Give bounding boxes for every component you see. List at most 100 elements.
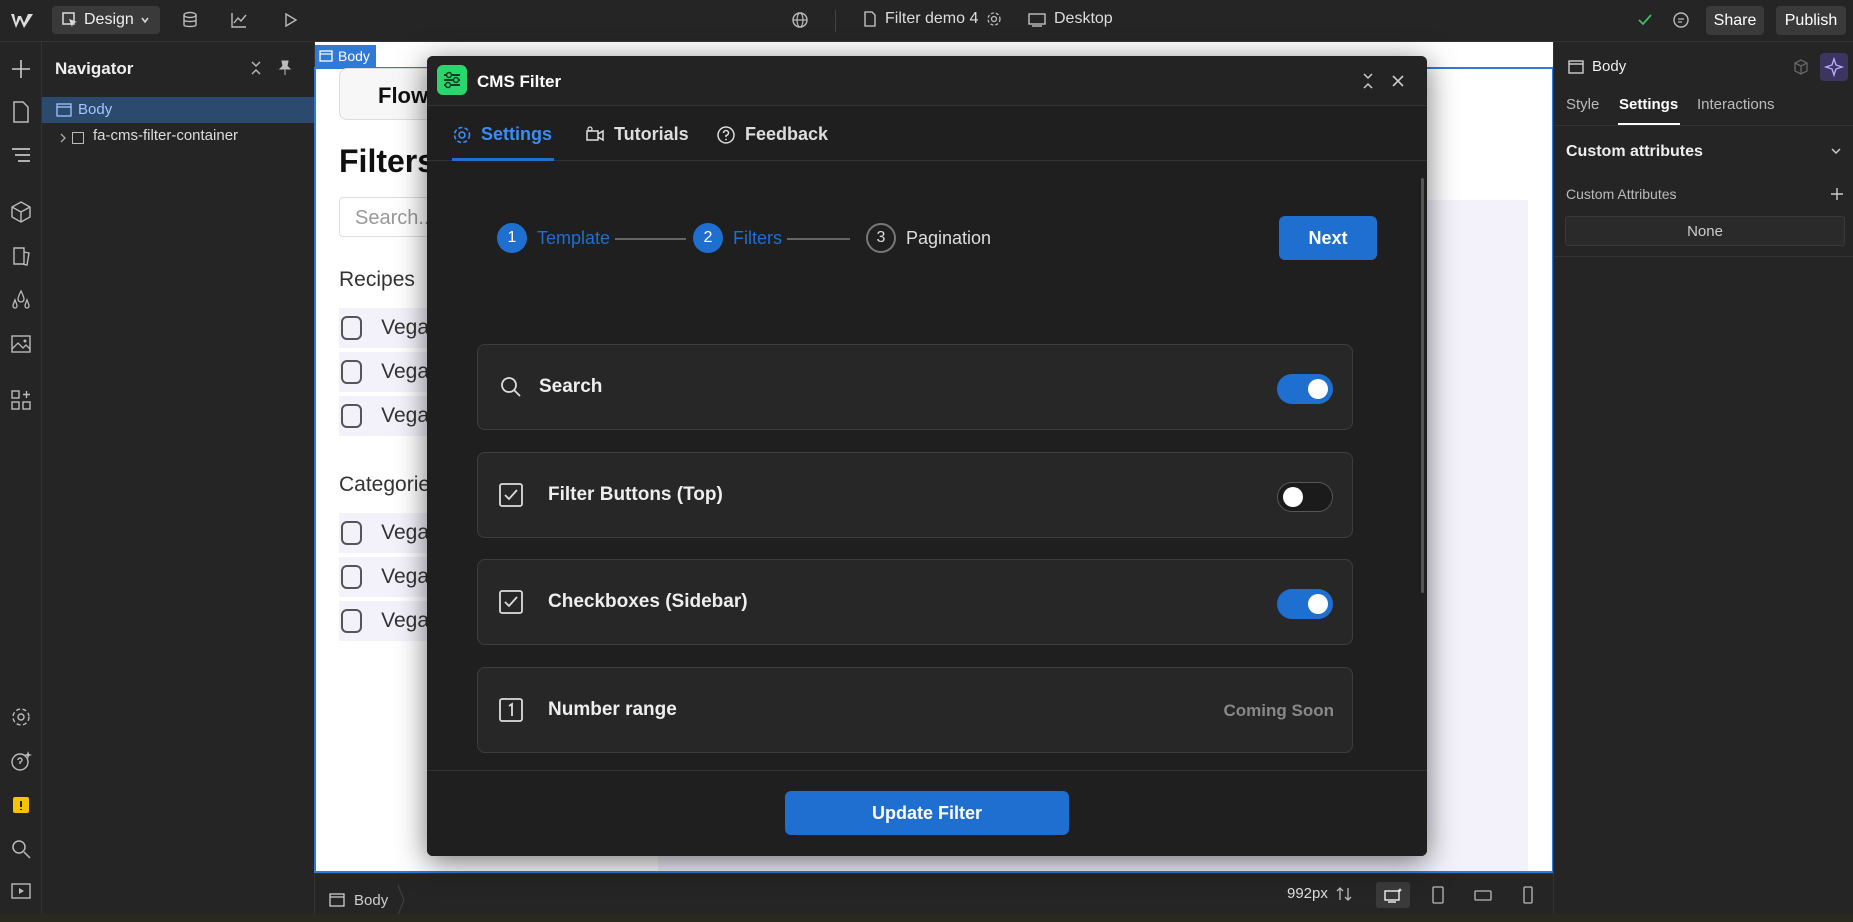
help-ai-icon[interactable]	[9, 749, 33, 773]
close-dialog-icon[interactable]	[1387, 70, 1409, 92]
step-3-label[interactable]: Pagination	[906, 228, 991, 249]
navigator-row-filter-container[interactable]: fa-cms-filter-container	[93, 127, 238, 144]
apps-grid-icon[interactable]	[9, 388, 33, 412]
analytics-chart-icon[interactable]	[230, 11, 248, 29]
search-icon	[498, 374, 524, 400]
canvas-checkbox-item[interactable]: Vega	[339, 557, 429, 597]
breakpoint-mobile-portrait-button[interactable]	[1511, 882, 1545, 908]
step-2-circle[interactable]: 2	[693, 223, 723, 253]
div-block-icon	[72, 132, 84, 144]
variables-drops-icon[interactable]	[9, 288, 33, 312]
device-label: Desktop	[1054, 10, 1113, 27]
attributes-empty-state: None	[1565, 216, 1845, 246]
page-selector[interactable]: Filter demo 4	[863, 10, 1002, 28]
breadcrumb-separator-icon	[397, 885, 405, 915]
checkbox-label: Vega	[381, 609, 429, 632]
preview-play-icon[interactable]	[281, 11, 299, 29]
components-cube-icon[interactable]	[9, 200, 33, 224]
pages-icon[interactable]	[9, 100, 33, 124]
page-settings-gear-icon[interactable]	[986, 11, 1002, 27]
filter-buttons-toggle[interactable]	[1277, 482, 1333, 512]
selected-element-header: Body	[1568, 58, 1626, 75]
step-3-circle[interactable]: 3	[866, 223, 896, 253]
navigator-icon[interactable]	[9, 143, 33, 167]
collapse-icon[interactable]	[249, 61, 263, 75]
canvas-checkbox-item[interactable]: Vega	[339, 308, 429, 348]
canvas-filters-heading: Filters	[339, 143, 436, 179]
update-filter-button[interactable]: Update Filter	[785, 791, 1069, 835]
checkbox-label: Vega	[381, 404, 429, 427]
chevron-down-icon	[141, 17, 149, 24]
publish-button[interactable]: Publish	[1776, 6, 1846, 35]
site-settings-gear-icon[interactable]	[9, 705, 33, 729]
video-tutorials-icon[interactable]	[9, 879, 33, 903]
add-attribute-plus-icon[interactable]	[1830, 187, 1844, 201]
canvas-checkbox-item[interactable]: Vega	[339, 396, 429, 436]
breakpoint-desktop-button[interactable]	[1376, 882, 1410, 908]
step-2-label[interactable]: Filters	[733, 228, 782, 249]
page-name-label: Filter demo 4	[885, 10, 979, 27]
video-icon	[586, 125, 604, 141]
step-1-label[interactable]: Template	[537, 228, 610, 249]
collapse-dialog-icon[interactable]	[1357, 70, 1379, 92]
breadcrumb-body[interactable]: Body	[329, 885, 405, 915]
chevron-down-icon[interactable]	[1830, 146, 1842, 156]
expand-chevron-right-icon[interactable]	[59, 133, 67, 143]
tab-tutorials[interactable]: Tutorials	[585, 124, 689, 145]
option-card-checkboxes: Checkboxes (Sidebar)	[477, 559, 1353, 645]
gear-icon	[453, 126, 471, 143]
next-button[interactable]: Next	[1279, 216, 1377, 260]
globe-icon[interactable]	[791, 11, 809, 29]
add-elements-icon[interactable]	[9, 57, 33, 81]
canvas-checkbox-item[interactable]: Vega	[339, 352, 429, 392]
selected-element-tag[interactable]: Body	[315, 45, 376, 67]
checkboxes-toggle[interactable]	[1277, 589, 1333, 619]
tab-settings[interactable]: Settings	[1619, 96, 1678, 113]
canvas-width-readout[interactable]: 992px	[1287, 885, 1352, 902]
breakpoint-mobile-landscape-button[interactable]	[1466, 882, 1500, 908]
canvas-checkbox-item[interactable]: Vega	[339, 601, 429, 641]
navigator-panel: Navigator Body fa-cms-filter-container	[42, 42, 315, 914]
custom-attributes-label: Custom Attributes	[1566, 186, 1677, 202]
share-button[interactable]: Share	[1706, 6, 1764, 35]
canvas-checkbox-item[interactable]: Vega	[339, 513, 429, 553]
option-label: Checkboxes (Sidebar)	[548, 591, 748, 612]
tab-style[interactable]: Style	[1566, 96, 1599, 113]
custom-attributes-section-title[interactable]: Custom attributes	[1566, 143, 1703, 161]
breakpoint-selector[interactable]: Desktop	[1028, 10, 1113, 28]
design-mode-button[interactable]: Design	[52, 6, 160, 34]
top-toolbar: Design Filter demo 4 Desktop Share Publi…	[0, 0, 1853, 42]
checkbox-label: Vega	[381, 565, 429, 588]
option-card-filter-buttons: Filter Buttons (Top)	[477, 452, 1353, 538]
breakpoint-tablet-button[interactable]	[1421, 882, 1455, 908]
styles-icon[interactable]	[9, 244, 33, 268]
comments-icon[interactable]	[1672, 11, 1690, 29]
desktop-star-icon	[1384, 888, 1403, 903]
cms-filter-dialog: CMS Filter Settings Tutorials Feedback 1…	[427, 56, 1427, 856]
step-1-circle[interactable]: 1	[497, 223, 527, 253]
webflow-logo-icon[interactable]	[10, 12, 34, 30]
cursor-icon	[62, 12, 77, 27]
checkbox-label: Vega	[381, 316, 429, 339]
toggle-knob	[1308, 379, 1328, 399]
pin-icon[interactable]	[278, 60, 292, 76]
tab-settings[interactable]: Settings	[452, 124, 552, 145]
checkbox-icon	[498, 589, 524, 615]
cms-database-icon[interactable]	[181, 11, 199, 29]
checkbox-box	[341, 360, 363, 384]
checkbox-label: Vega	[381, 521, 429, 544]
assets-image-icon[interactable]	[9, 332, 33, 356]
mobile-landscape-icon	[1474, 890, 1492, 901]
step-connector	[615, 238, 686, 240]
body-element-icon	[329, 893, 345, 907]
saved-check-icon	[1637, 12, 1653, 28]
search-toggle[interactable]	[1277, 374, 1333, 404]
warning-icon[interactable]	[9, 793, 33, 817]
dialog-scrollbar[interactable]	[1421, 178, 1424, 593]
ai-assistant-button[interactable]	[1820, 53, 1848, 81]
search-icon[interactable]	[9, 837, 33, 861]
canvas-width-label: 992px	[1287, 885, 1328, 902]
component-cube-icon[interactable]	[1792, 58, 1810, 76]
tab-feedback[interactable]: Feedback	[716, 124, 828, 145]
tab-interactions[interactable]: Interactions	[1697, 96, 1775, 113]
